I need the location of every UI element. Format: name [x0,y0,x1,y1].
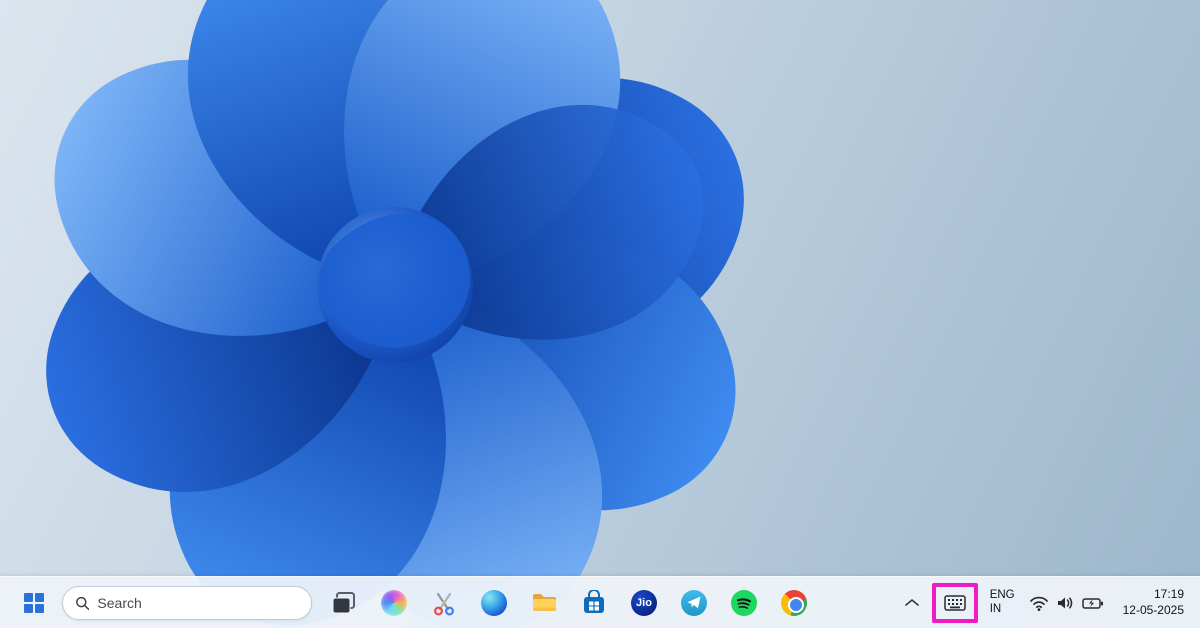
edge-icon [481,590,507,616]
clock-time: 17:19 [1123,587,1184,603]
clock-date: 12-05-2025 [1123,603,1184,619]
volume-icon [1055,594,1075,612]
jio-icon: Jio [631,590,657,616]
hidden-icons-button[interactable] [898,584,926,622]
jio-button[interactable]: Jio [624,583,664,623]
microsoft-store-icon [581,590,607,616]
quick-settings-button[interactable] [1025,584,1109,622]
snipping-tool-icon [431,590,457,616]
touch-keyboard-button[interactable] [940,589,970,617]
edge-button[interactable] [474,583,514,623]
touch-keyboard-icon [944,595,966,611]
clock[interactable]: 17:19 12-05-2025 [1113,587,1188,618]
file-explorer-icon [531,589,558,616]
wifi-icon [1029,594,1049,612]
telegram-icon [681,590,707,616]
highlight-box [932,583,978,623]
language-indicator[interactable]: ENG IN [984,584,1021,622]
jio-icon-label: Jio [636,597,652,609]
desktop[interactable]: Jio [0,0,1200,628]
telegram-button[interactable] [674,583,714,623]
taskbar-app-icons: Jio [324,583,814,623]
language-line2: IN [990,603,1015,617]
chevron-up-icon [905,598,919,607]
taskbar: Jio [0,576,1200,628]
copilot-button[interactable] [374,583,414,623]
search-icon [75,595,89,611]
microsoft-store-button[interactable] [574,583,614,623]
snipping-tool-button[interactable] [424,583,464,623]
system-tray: ENG IN [898,583,1188,623]
chrome-button[interactable] [774,583,814,623]
search-input[interactable] [97,595,299,611]
spotify-button[interactable] [724,583,764,623]
windows-logo-icon [23,592,45,614]
battery-charging-icon [1081,594,1105,612]
language-line1: ENG [990,589,1015,603]
spotify-icon [731,590,757,616]
copilot-icon [381,590,407,616]
task-view-icon [331,590,357,616]
taskbar-search[interactable] [62,586,312,620]
chrome-icon [781,590,807,616]
start-button[interactable] [14,583,54,623]
task-view-button[interactable] [324,583,364,623]
bloom-wallpaper [0,0,1200,628]
file-explorer-button[interactable] [524,583,564,623]
